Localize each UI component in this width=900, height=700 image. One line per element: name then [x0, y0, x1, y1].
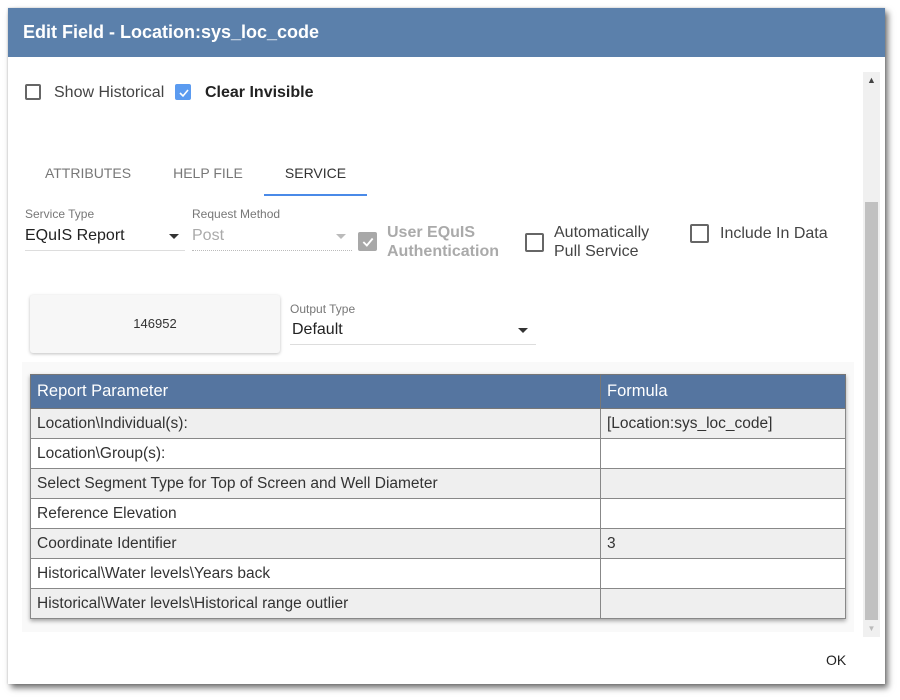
parameter-cell: Historical\Water levels\Historical range…: [30, 588, 601, 619]
scroll-up-arrow-icon[interactable]: ▲: [863, 72, 880, 89]
auto-pull-line2: Pull Service: [554, 243, 639, 260]
chevron-down-icon: [336, 234, 346, 239]
user-equis-auth-line1: User EQuIS: [387, 224, 476, 241]
clear-invisible-checkbox[interactable]: [175, 84, 191, 100]
dialog-content: Show Historical Clear Invisible ATTRIBUT…: [8, 57, 885, 637]
clear-invisible-label: Clear Invisible: [205, 84, 314, 101]
request-method-select[interactable]: Post: [192, 227, 352, 251]
ok-button[interactable]: OK: [818, 648, 854, 672]
auto-pull-label: Automatically Pull Service: [554, 223, 649, 261]
chevron-down-icon: [169, 234, 179, 239]
parameter-cell: Reference Elevation: [30, 498, 601, 529]
include-in-data-checkbox[interactable]: [690, 224, 709, 243]
request-method-value: Post: [192, 227, 225, 244]
show-historical-label: Show Historical: [54, 84, 165, 101]
header-formula[interactable]: Formula: [600, 374, 846, 409]
dialog-title: Edit Field - Location:sys_loc_code: [8, 8, 885, 57]
table-row[interactable]: Coordinate Identifier 3: [30, 528, 846, 559]
table-row[interactable]: Reference Elevation: [30, 498, 846, 529]
service-type-value: EQuIS Report: [25, 227, 125, 244]
service-type-label: Service Type: [25, 207, 95, 221]
tab-help-file[interactable]: HELP FILE: [158, 160, 258, 194]
tab-attributes[interactable]: ATTRIBUTES: [38, 160, 138, 194]
scroll-down-arrow-icon[interactable]: ▼: [863, 620, 880, 637]
user-equis-auth-line2: Authentication: [387, 243, 499, 260]
user-equis-auth-label: User EQuIS Authentication: [387, 223, 499, 261]
report-params-table: Report Parameter Formula Location\Indivi…: [30, 374, 846, 619]
formula-cell[interactable]: [600, 588, 846, 619]
formula-cell[interactable]: [600, 558, 846, 589]
output-type-value: Default: [292, 321, 343, 338]
formula-cell[interactable]: [600, 498, 846, 529]
checkmark-icon: [179, 89, 189, 98]
parameter-cell: Location\Individual(s):: [30, 408, 601, 439]
request-method-label: Request Method: [192, 207, 281, 221]
output-type-label: Output Type: [290, 302, 356, 316]
formula-cell[interactable]: [Location:sys_loc_code]: [600, 408, 846, 439]
table-row[interactable]: Select Segment Type for Top of Screen an…: [30, 468, 846, 499]
user-equis-auth-checkbox[interactable]: [358, 232, 377, 251]
report-id-card[interactable]: 146952: [30, 295, 280, 353]
formula-cell[interactable]: 3: [600, 528, 846, 559]
parameter-cell: Location\Group(s):: [30, 438, 601, 469]
chevron-down-icon: [518, 328, 528, 333]
tab-service[interactable]: SERVICE: [264, 160, 367, 196]
header-report-parameter[interactable]: Report Parameter: [30, 374, 601, 409]
parameter-cell: Select Segment Type for Top of Screen an…: [30, 468, 601, 499]
parameter-cell: Historical\Water levels\Years back: [30, 558, 601, 589]
params-table-container: Report Parameter Formula Location\Indivi…: [22, 362, 854, 632]
table-row[interactable]: Location\Individual(s): [Location:sys_lo…: [30, 408, 846, 439]
formula-cell[interactable]: [600, 468, 846, 499]
include-in-data-label: Include In Data: [720, 225, 828, 242]
table-row[interactable]: Location\Group(s):: [30, 438, 846, 469]
output-type-select[interactable]: Default: [290, 321, 536, 345]
auto-pull-line1: Automatically: [554, 224, 650, 241]
table-row[interactable]: Historical\Water levels\Years back: [30, 558, 846, 589]
formula-cell[interactable]: [600, 438, 846, 469]
table-row[interactable]: Historical\Water levels\Historical range…: [30, 588, 846, 619]
show-historical-checkbox[interactable]: [25, 84, 41, 100]
parameter-cell: Coordinate Identifier: [30, 528, 601, 559]
scrollbar-thumb[interactable]: [865, 202, 878, 620]
table-header-row: Report Parameter Formula: [30, 374, 846, 409]
checkmark-icon: [362, 237, 374, 247]
edit-field-dialog: Edit Field - Location:sys_loc_code Show …: [8, 8, 885, 684]
service-type-select[interactable]: EQuIS Report: [25, 227, 185, 251]
auto-pull-checkbox[interactable]: [525, 233, 544, 252]
vertical-scrollbar[interactable]: ▲ ▼: [863, 72, 880, 637]
